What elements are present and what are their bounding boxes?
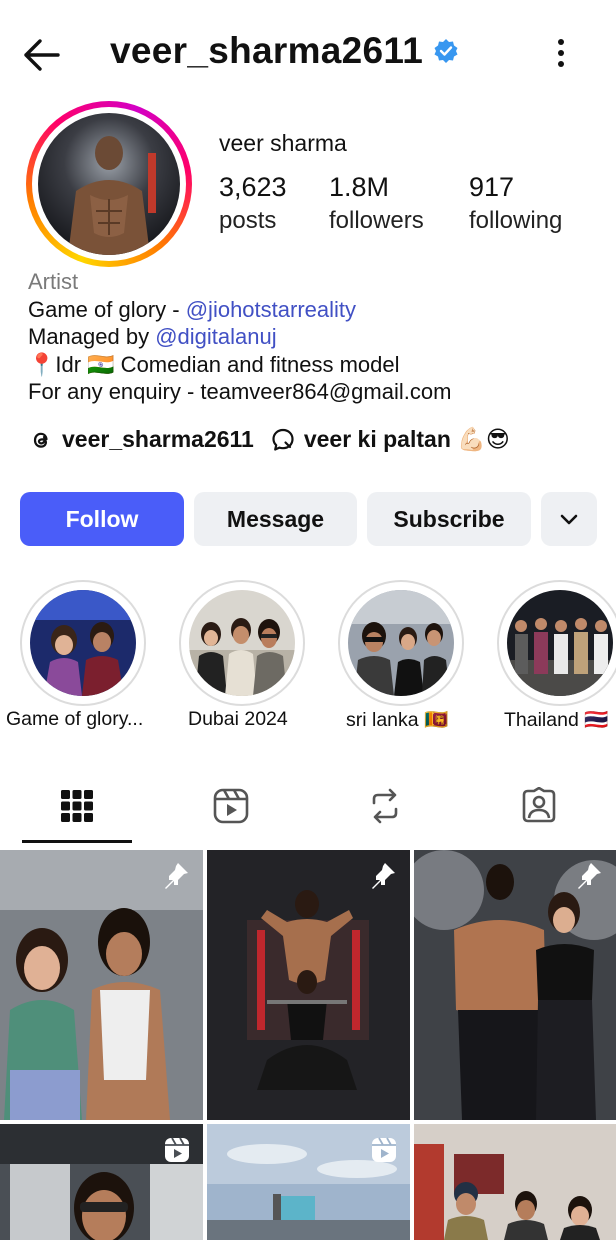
bio-line-1: Game of glory - @jiohotstarreality (28, 296, 608, 324)
top-bar: veer_sharma2611 (0, 0, 616, 106)
highlight-label: Dubai 2024 (188, 708, 288, 730)
tagged-icon (522, 787, 556, 823)
stat-following-label: following (469, 207, 563, 234)
tab-posts-grid[interactable] (0, 768, 154, 844)
grid-icon (61, 790, 93, 822)
stat-following-value: 917 (469, 172, 515, 202)
reel-icon (165, 1137, 189, 1162)
bio-category: Artist (28, 269, 79, 294)
back-arrow-icon[interactable] (20, 34, 62, 76)
tab-tagged[interactable] (462, 768, 616, 844)
highlight-cover-image (348, 590, 454, 696)
bio: Artist Game of glory - @jiohotstarrealit… (28, 268, 608, 406)
bio-line-2-text: Managed by (28, 324, 156, 349)
stat-posts-value: 3,623 (219, 172, 287, 202)
pin-icon (578, 863, 601, 889)
follow-button[interactable]: Follow (20, 492, 184, 546)
post-image (0, 850, 203, 1120)
bio-line-1-text: Game of glory - (28, 296, 186, 322)
chevron-down-icon (560, 514, 578, 525)
tab-reels[interactable] (154, 768, 308, 844)
suggested-accounts-button[interactable] (541, 492, 597, 546)
active-tab-indicator (22, 840, 132, 843)
stat-following[interactable]: 917 following (469, 172, 562, 235)
post-image (207, 850, 410, 1120)
grid-post[interactable] (414, 850, 616, 1120)
stat-posts[interactable]: 3,623 posts (219, 172, 287, 235)
threads-icon (33, 432, 48, 448)
profile-links-row: veer_sharma2611 veer ki paltan 💪🏻😎 (28, 426, 510, 453)
reels-icon (213, 788, 249, 824)
highlight-label: Game of glory... (6, 708, 144, 730)
stat-followers-label: followers (329, 207, 424, 234)
avatar (38, 113, 180, 255)
highlight-cover-image (30, 590, 136, 696)
profile-avatar-story-ring[interactable] (26, 101, 192, 267)
grid-post[interactable] (0, 1124, 203, 1240)
stat-followers-value: 1.8M (329, 172, 390, 202)
highlight-cover-image (189, 590, 295, 696)
username-text: veer_sharma2611 (110, 30, 424, 71)
highlight-thailand[interactable] (497, 580, 616, 706)
verified-badge-icon (434, 39, 458, 63)
grid-post[interactable] (207, 850, 410, 1120)
highlight-dubai-2024[interactable] (179, 580, 305, 706)
bio-line-3: 📍Idr 🇮🇳 Comedian and fitness model (28, 351, 400, 377)
message-button[interactable]: Message (194, 492, 357, 546)
profile-tabs (0, 768, 616, 848)
tab-reposts[interactable] (308, 768, 462, 844)
highlight-sri-lanka[interactable] (338, 580, 464, 706)
post-image (414, 850, 616, 1120)
display-name: veer sharma (219, 130, 347, 156)
highlight-cover-image (507, 590, 613, 696)
stat-followers[interactable]: 1.8M followers (329, 172, 424, 235)
bio-link-digitalanuj[interactable]: @digitalanuj (155, 324, 276, 349)
grid-post[interactable] (207, 1124, 410, 1240)
reposts-icon (372, 788, 398, 824)
post-image (414, 1124, 616, 1240)
broadcast-channel-link[interactable]: veer ki paltan 💪🏻😎 (304, 426, 510, 453)
highlight-label: Thailand 🇹🇭 (504, 709, 609, 731)
reel-icon (372, 1137, 396, 1162)
stat-posts-label: posts (219, 207, 277, 234)
pin-icon (372, 863, 395, 889)
grid-post[interactable] (0, 850, 203, 1120)
pin-icon (165, 863, 188, 889)
more-options-icon[interactable] (550, 36, 572, 70)
bio-link-jiohotstarreality[interactable]: @jiohotstarreality (186, 297, 356, 322)
highlight-game-of-glory[interactable] (20, 580, 146, 706)
grid-post[interactable] (414, 1124, 616, 1240)
channel-icon (272, 428, 294, 451)
threads-handle-link[interactable]: veer_sharma2611 (62, 426, 254, 453)
profile-username-title: veer_sharma2611 (110, 30, 459, 72)
subscribe-button[interactable]: Subscribe (367, 492, 531, 546)
highlight-label: sri lanka 🇱🇰 (346, 709, 449, 731)
bio-line-2: Managed by @digitalanuj (28, 323, 608, 351)
bio-line-4: For any enquiry - teamveer864@gmail.com (28, 379, 452, 404)
